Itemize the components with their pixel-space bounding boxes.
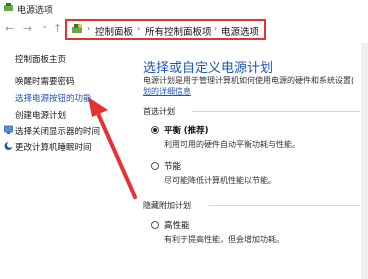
control-panel-icon xyxy=(72,24,82,33)
plan-power-saver-description: 尽可能降低计算机性能以节能。 xyxy=(164,176,276,185)
display-icon xyxy=(4,125,13,134)
breadcrumb-separator-icon: › xyxy=(214,24,218,33)
back-button[interactable]: ← xyxy=(5,22,14,35)
scrollbar[interactable] xyxy=(361,43,368,279)
plan-power-saver-label[interactable]: 节能 xyxy=(164,160,181,172)
plan-power-saver-radio[interactable] xyxy=(151,162,159,170)
address-bar[interactable]: › 控制面板 › 所有控制面板项 › 电源选项 xyxy=(65,19,266,40)
plan-balanced-label[interactable]: 平衡 (推荐) xyxy=(164,124,209,136)
breadcrumb-all-items[interactable]: 所有控制面板项 xyxy=(145,24,212,38)
sidebar-item-home[interactable]: 控制面板主页 xyxy=(15,53,66,65)
divider xyxy=(209,205,360,206)
breadcrumb-power-options[interactable]: 电源选项 xyxy=(221,24,259,38)
page-description: 电源计划是用于管理计算机如何使用电源的硬件和系统设置( xyxy=(143,76,355,85)
title-bar: 电源选项 xyxy=(0,0,368,17)
plan-high-performance-label[interactable]: 高性能 xyxy=(164,219,190,231)
sidebar-item-power-button[interactable]: 选择电源按钮的功能 xyxy=(15,92,92,104)
power-options-icon xyxy=(4,3,13,11)
hidden-plans-toggle[interactable]: 隐藏附加计划 xyxy=(143,200,191,211)
sidebar-item-display-off[interactable]: 选择关闭显示器的时间 xyxy=(15,125,100,137)
sleep-icon xyxy=(4,141,13,150)
plan-details-link[interactable]: 划的详细信息 xyxy=(143,86,191,97)
plan-balanced-radio[interactable] xyxy=(151,126,159,134)
plan-high-performance-radio[interactable] xyxy=(151,221,159,229)
recent-locations-dropdown[interactable]: ⌄ xyxy=(41,21,49,31)
up-button[interactable]: ↑ xyxy=(53,22,62,35)
plan-high-performance-description: 有利于提高性能，但会增加功耗。 xyxy=(164,235,284,244)
window-title: 电源选项 xyxy=(17,6,54,16)
sidebar-item-sleep-time[interactable]: 更改计算机睡眠时间 xyxy=(15,141,92,153)
sidebar-item-create-plan[interactable]: 创建电源计划 xyxy=(15,109,66,121)
sidebar-item-wake-password[interactable]: 唤醒时需要密码 xyxy=(15,75,75,87)
preferred-plans-title: 首选计划 xyxy=(143,107,175,116)
page-title: 选择或自定义电源计划 xyxy=(143,61,274,76)
breadcrumb-separator-icon: › xyxy=(87,24,91,33)
breadcrumb-separator-icon: › xyxy=(137,24,141,33)
forward-button[interactable]: → xyxy=(23,22,32,35)
sidebar: 控制面板主页 唤醒时需要密码 选择电源按钮的功能 创建电源计划 选择关闭显示器的… xyxy=(0,45,135,279)
breadcrumb-control-panel[interactable]: 控制面板 xyxy=(95,24,133,38)
plan-balanced-description: 利用可用的硬件自动平衡功耗与性能。 xyxy=(164,140,300,149)
divider xyxy=(192,111,360,112)
